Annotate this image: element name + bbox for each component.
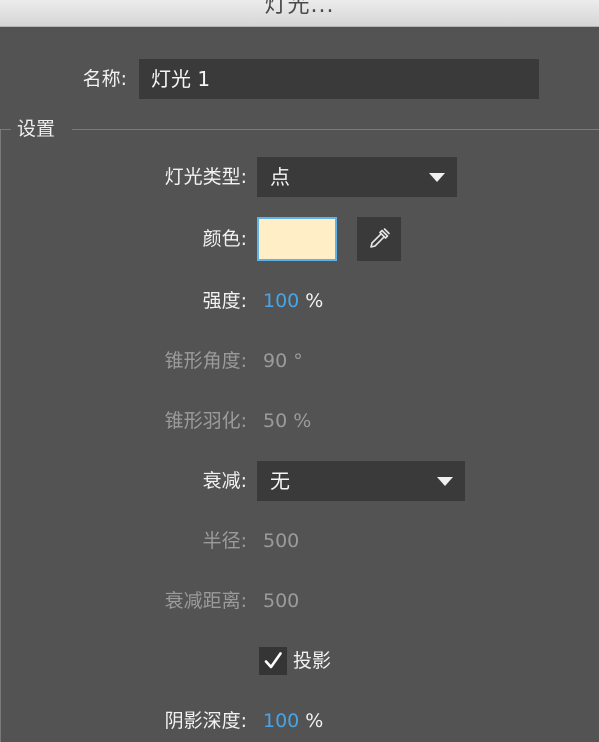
cone-feather-number: 50 [263, 410, 288, 432]
radius-label: 半径: [202, 530, 247, 552]
title-bar: 灯光... [0, 0, 599, 27]
radius-number: 500 [263, 530, 300, 552]
shadow-depth-value[interactable]: 100% [263, 709, 323, 733]
cone-feather-unit: % [293, 410, 312, 432]
name-input[interactable]: 灯光 1 [139, 59, 539, 99]
window-title: 灯光... [264, 0, 335, 18]
cone-feather-label: 锥形羽化: [164, 410, 247, 432]
color-swatch[interactable] [257, 217, 337, 261]
intensity-unit: % [305, 290, 324, 312]
falloff-distance-value: 500 [263, 589, 299, 613]
falloff-value: 无 [270, 469, 290, 493]
light-type-dropdown[interactable]: 点 [257, 157, 457, 197]
falloff-distance-label: 衰减距离: [164, 590, 247, 612]
cone-angle-unit: ° [293, 350, 303, 372]
cone-angle-label: 锥形角度: [164, 350, 247, 372]
chevron-down-icon [429, 173, 445, 182]
eyedropper-button[interactable] [357, 217, 401, 261]
chevron-down-icon [437, 477, 453, 486]
shadow-depth-number[interactable]: 100 [263, 710, 299, 732]
light-type-label: 灯光类型: [164, 166, 247, 188]
falloff-dropdown[interactable]: 无 [257, 461, 465, 501]
color-label: 颜色: [202, 228, 247, 250]
radius-value: 500 [263, 529, 299, 553]
falloff-label: 衰减: [202, 470, 247, 492]
intensity-label: 强度: [202, 290, 247, 312]
shadow-depth-unit: % [305, 710, 324, 732]
intensity-number[interactable]: 100 [263, 290, 299, 312]
cone-feather-value: 50% [263, 409, 311, 433]
cone-angle-value: 90 ° [263, 349, 303, 373]
checkmark-icon [264, 652, 282, 669]
settings-group-title: 设置 [17, 118, 56, 140]
group-divider-right [72, 129, 599, 130]
cast-shadow-checkbox[interactable] [259, 647, 287, 675]
group-divider-left [0, 129, 11, 130]
eyedropper-icon [370, 228, 390, 248]
intensity-value[interactable]: 100% [263, 289, 323, 313]
falloff-distance-number: 500 [263, 590, 300, 612]
cone-angle-number: 90 [263, 350, 288, 372]
shadow-depth-label: 阴影深度: [164, 710, 247, 732]
group-border [0, 129, 1, 742]
name-label: 名称: [82, 68, 127, 90]
cast-shadow-label[interactable]: 投影 [293, 648, 331, 674]
light-type-value: 点 [270, 165, 290, 189]
